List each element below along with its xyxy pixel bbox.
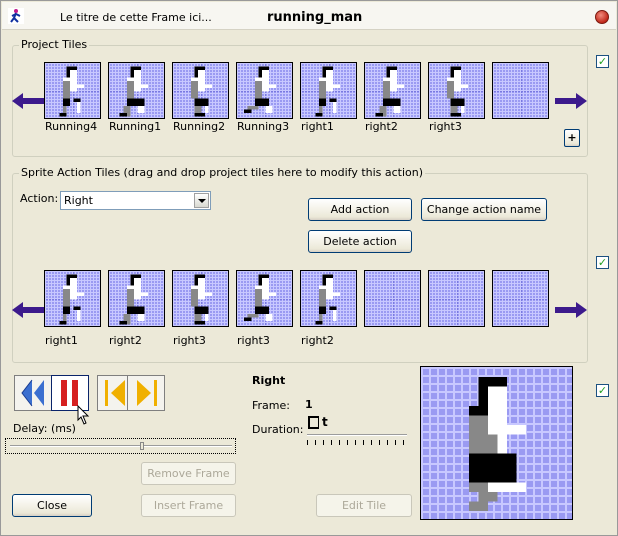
mouse-cursor-icon xyxy=(77,405,90,425)
close-window-icon[interactable] xyxy=(595,10,609,24)
action-scroll-right-arrow-icon[interactable] xyxy=(555,300,587,320)
action-tile[interactable] xyxy=(492,270,549,327)
project-tile-label: Running3 xyxy=(237,120,290,133)
project-tile-label: Running2 xyxy=(173,120,226,133)
chevron-down-icon[interactable] xyxy=(194,193,209,208)
action-tile[interactable] xyxy=(428,270,485,327)
change-action-name-button[interactable]: Change action name xyxy=(421,198,547,221)
scroll-left-arrow-icon[interactable] xyxy=(12,91,44,111)
project-tile[interactable] xyxy=(44,62,101,119)
action-tile[interactable] xyxy=(44,270,101,327)
close-button[interactable]: Close xyxy=(12,494,92,517)
action-scroll-left-arrow-icon[interactable] xyxy=(12,300,44,320)
action-tile[interactable] xyxy=(108,270,165,327)
window-subtitle: Le titre de cette Frame ici... xyxy=(60,11,212,24)
scroll-right-arrow-icon[interactable] xyxy=(555,91,587,111)
remove-frame-button[interactable]: Remove Frame xyxy=(141,462,236,485)
window-title: running_man xyxy=(267,10,363,25)
action-tile[interactable] xyxy=(236,270,293,327)
preview-checkbox[interactable]: ✓ xyxy=(596,384,609,397)
project-tile-label: right3 xyxy=(429,120,462,133)
rewind-button[interactable] xyxy=(14,375,52,411)
delete-action-button[interactable]: Delete action xyxy=(308,230,412,253)
add-tile-button[interactable]: + xyxy=(564,129,580,147)
action-select-value: Right xyxy=(64,194,93,207)
add-action-button[interactable]: Add action xyxy=(308,198,412,221)
delay-slider-thumb[interactable] xyxy=(140,442,144,450)
project-tile[interactable] xyxy=(492,62,549,119)
rewind-icon xyxy=(21,379,44,407)
project-tile-label: right1 xyxy=(301,120,334,133)
project-tiles-label: Project Tiles xyxy=(19,38,90,51)
action-tile-label: right3 xyxy=(173,334,206,347)
project-tile[interactable] xyxy=(172,62,229,119)
duration-slider-ticks xyxy=(307,440,407,445)
duration-label: Duration: xyxy=(252,423,304,436)
action-tile[interactable] xyxy=(172,270,229,327)
insert-frame-button[interactable]: Insert Frame xyxy=(141,494,236,517)
duration-slider[interactable] xyxy=(307,433,407,447)
action-tile-label: right1 xyxy=(45,334,78,347)
action-tile-label: right2 xyxy=(301,334,334,347)
frame-preview xyxy=(420,366,573,520)
running-man-app-icon xyxy=(8,8,24,24)
action-tile-label: right3 xyxy=(237,334,270,347)
project-tile-label: right2 xyxy=(365,120,398,133)
duration-value: t xyxy=(322,415,328,429)
frame-value: 1 xyxy=(305,398,313,411)
duration-input[interactable] xyxy=(308,416,319,429)
title-bar: Le titre de cette Frame ici... running_m… xyxy=(2,2,616,30)
project-tile-label: Running4 xyxy=(45,120,98,133)
project-tile[interactable] xyxy=(428,62,485,119)
action-select[interactable]: Right xyxy=(60,191,211,210)
project-tile[interactable] xyxy=(108,62,165,119)
project-tile[interactable] xyxy=(236,62,293,119)
action-label: Action: xyxy=(20,192,59,205)
runner-preview-icon xyxy=(468,377,527,511)
frame-label: Frame: xyxy=(252,399,290,412)
delay-slider-track xyxy=(10,445,232,447)
action-tile[interactable] xyxy=(300,270,357,327)
project-tile-label: Running1 xyxy=(109,120,162,133)
delay-slider[interactable] xyxy=(5,438,236,454)
project-tile[interactable] xyxy=(300,62,357,119)
step-forward-icon xyxy=(137,380,157,406)
action-tile-label: right2 xyxy=(109,334,142,347)
duration-slider-track xyxy=(307,434,407,436)
current-action-name: Right xyxy=(252,374,286,387)
edit-tile-button[interactable]: Edit Tile xyxy=(316,494,412,517)
step-forward-button[interactable] xyxy=(127,375,165,411)
delay-label: Delay: (ms) xyxy=(13,422,76,435)
project-tile[interactable] xyxy=(364,62,421,119)
main-window: Le titre de cette Frame ici... running_m… xyxy=(0,0,618,536)
action-tiles-label: Sprite Action Tiles (drag and drop proje… xyxy=(19,166,426,179)
project-tiles-checkbox[interactable]: ✓ xyxy=(596,55,609,68)
action-tiles-checkbox[interactable]: ✓ xyxy=(596,256,609,269)
action-tile[interactable] xyxy=(364,270,421,327)
